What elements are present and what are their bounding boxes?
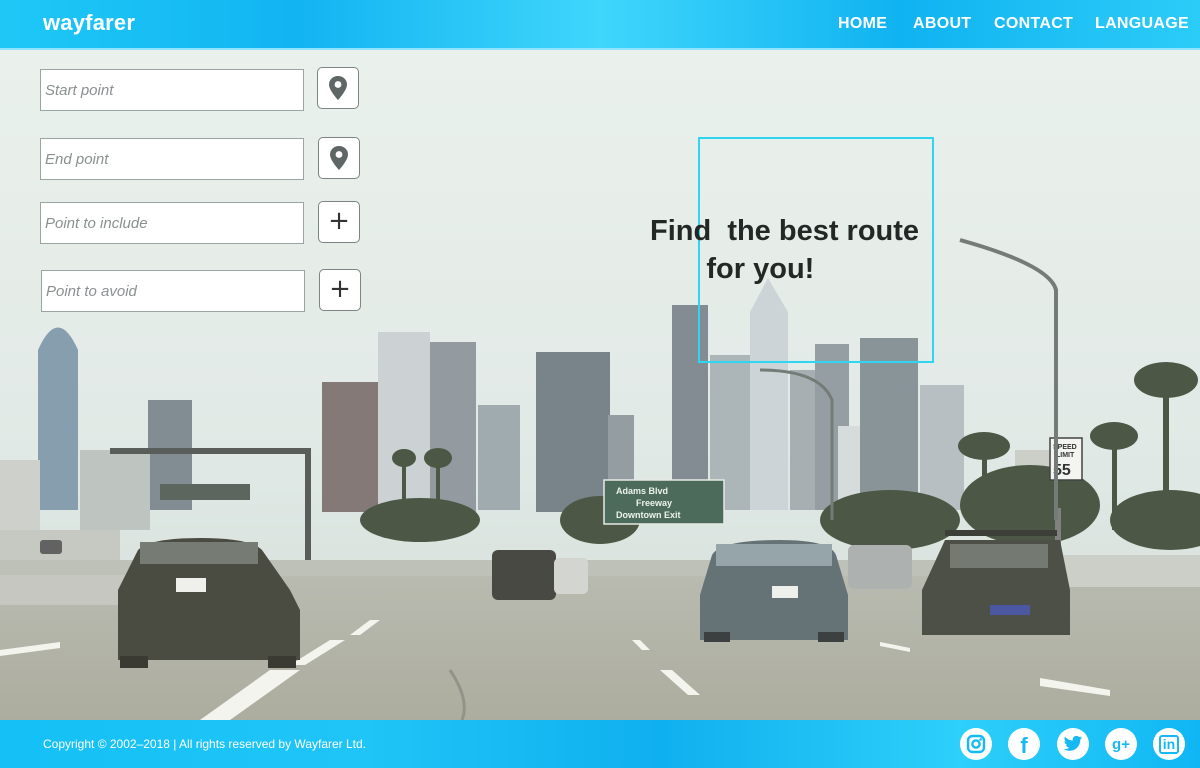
map-pin-icon [329, 76, 347, 100]
nav-language[interactable]: LANGUAGE [1095, 15, 1189, 33]
copyright-text: Copyright © 2002–2018 | All rights reser… [43, 737, 367, 751]
site-logo[interactable]: wayfarer [43, 10, 135, 36]
linkedin-icon[interactable]: in [1153, 728, 1185, 760]
end-point-input[interactable] [40, 138, 304, 180]
instagram-icon[interactable] [960, 728, 992, 760]
top-navbar: wayfarer HOME ABOUT CONTACT LANGUAGE [0, 0, 1200, 50]
footer: Copyright © 2002–2018 | All rights reser… [0, 720, 1200, 768]
point-to-avoid-input[interactable] [41, 270, 305, 312]
plus-icon: + [329, 274, 351, 304]
plus-icon: + [328, 206, 350, 236]
nav-about[interactable]: ABOUT [913, 15, 971, 33]
nav-home[interactable]: HOME [838, 15, 887, 33]
hero-headline: Find the best route for you! [650, 215, 920, 285]
start-location-button[interactable] [317, 67, 359, 109]
add-include-point-button[interactable]: + [318, 201, 360, 243]
nav-contact[interactable]: CONTACT [994, 15, 1073, 33]
map-pin-icon [330, 146, 348, 170]
google-plus-icon[interactable]: g+ [1105, 728, 1137, 760]
start-point-input[interactable] [40, 69, 304, 111]
facebook-icon[interactable]: f [1008, 728, 1040, 760]
add-avoid-point-button[interactable]: + [319, 269, 361, 311]
end-location-button[interactable] [318, 137, 360, 179]
twitter-icon[interactable] [1057, 728, 1089, 760]
point-to-include-input[interactable] [40, 202, 304, 244]
